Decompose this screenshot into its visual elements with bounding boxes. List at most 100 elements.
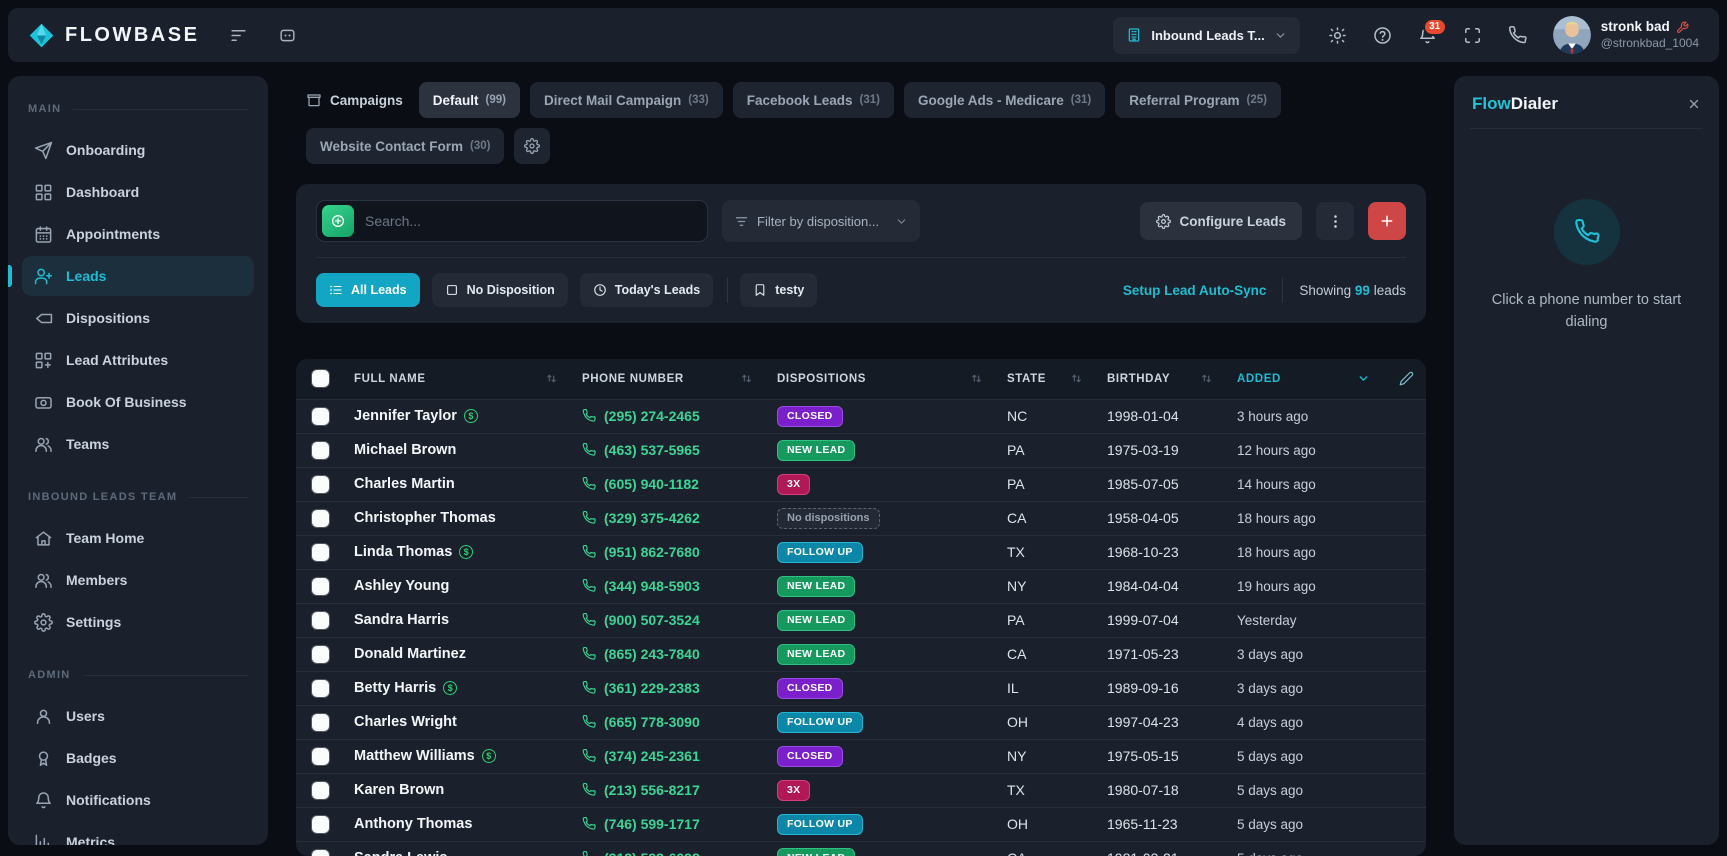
sidebar-item-lead-attributes[interactable]: Lead Attributes: [22, 340, 254, 380]
full-name-cell[interactable]: Karen Brown: [342, 773, 570, 807]
full-name-cell[interactable]: Christopher Thomas: [342, 501, 570, 535]
phone-number-cell[interactable]: (605) 940-1182: [570, 467, 765, 501]
phone-number-cell[interactable]: (900) 507-3524: [570, 603, 765, 637]
sidebar-item-dispositions[interactable]: Dispositions: [22, 298, 254, 338]
row-checkbox[interactable]: [312, 612, 329, 629]
full-name-cell[interactable]: Jennifer Taylor$: [342, 399, 570, 433]
full-name-cell[interactable]: Sandra Harris: [342, 603, 570, 637]
column-header-state[interactable]: STATE: [995, 359, 1095, 399]
row-checkbox[interactable]: [312, 850, 329, 856]
row-checkbox[interactable]: [312, 578, 329, 595]
theme-toggle-button[interactable]: [1328, 26, 1347, 45]
phone-number-cell[interactable]: (329) 375-4262: [570, 501, 765, 535]
phone-number-cell[interactable]: (951) 862-7680: [570, 535, 765, 569]
sidebar-item-users[interactable]: Users: [22, 696, 254, 736]
filter-chip-today-s-leads[interactable]: Today's Leads: [580, 273, 713, 307]
full-name-cell[interactable]: Charles Wright: [342, 705, 570, 739]
configure-leads-button[interactable]: Configure Leads: [1140, 202, 1302, 240]
row-checkbox[interactable]: [312, 408, 329, 425]
funnel-lines-icon[interactable]: [229, 26, 248, 45]
row-checkbox[interactable]: [312, 782, 329, 799]
search-input[interactable]: [354, 213, 697, 229]
more-options-button[interactable]: [1316, 202, 1354, 240]
campaign-tab-referral-program[interactable]: Referral Program(25): [1115, 82, 1281, 118]
setup-auto-sync-link[interactable]: Setup Lead Auto-Sync: [1123, 283, 1267, 298]
column-header-birthday[interactable]: BIRTHDAY: [1095, 359, 1225, 399]
full-name-cell[interactable]: Matthew Williams$: [342, 739, 570, 773]
sidebar-item-settings[interactable]: Settings: [22, 602, 254, 642]
sidebar-item-team-home[interactable]: Team Home: [22, 518, 254, 558]
user-avatar[interactable]: [1553, 16, 1591, 54]
row-checkbox[interactable]: [312, 714, 329, 731]
notifications-button[interactable]: 31: [1418, 26, 1437, 45]
sidebar-item-label: Appointments: [66, 226, 160, 242]
full-name-cell[interactable]: Ashley Young: [342, 569, 570, 603]
row-checkbox[interactable]: [312, 748, 329, 765]
sidebar-item-metrics[interactable]: Metrics: [22, 822, 254, 845]
sidebar-item-leads[interactable]: Leads: [22, 256, 254, 296]
filter-chip-testy[interactable]: testy: [740, 273, 817, 307]
campaign-tab-default[interactable]: Default(99): [419, 82, 520, 118]
phone-number-cell[interactable]: (295) 274-2465: [570, 399, 765, 433]
divider: [83, 675, 248, 676]
campaign-tab-direct-mail-campaign[interactable]: Direct Mail Campaign(33): [530, 82, 723, 118]
sidebar-item-teams[interactable]: Teams: [22, 424, 254, 464]
campaign-tab-website-contact-form[interactable]: Website Contact Form(30): [306, 128, 504, 164]
sidebar-item-book-of-business[interactable]: Book Of Business: [22, 382, 254, 422]
row-checkbox[interactable]: [312, 646, 329, 663]
full-name-cell[interactable]: Sandra Lewis: [342, 841, 570, 856]
phone-number-cell[interactable]: (665) 778-3090: [570, 705, 765, 739]
sidebar-item-members[interactable]: Members: [22, 560, 254, 600]
phone-number-cell[interactable]: (361) 229-2383: [570, 671, 765, 705]
row-checkbox[interactable]: [312, 544, 329, 561]
sidebar-item-notifications[interactable]: Notifications: [22, 780, 254, 820]
column-header-full-name[interactable]: FULL NAME: [342, 359, 570, 399]
phone-number-cell[interactable]: (344) 948-5903: [570, 569, 765, 603]
phone-number-cell[interactable]: (746) 599-1717: [570, 807, 765, 841]
phone-number-cell[interactable]: (463) 537-5965: [570, 433, 765, 467]
phone-number-cell[interactable]: (318) 593-6098: [570, 841, 765, 856]
row-checkbox[interactable]: [312, 680, 329, 697]
user-info[interactable]: stronk bad @stronkbad_1004: [1601, 19, 1699, 51]
column-header-phone-number[interactable]: PHONE NUMBER: [570, 359, 765, 399]
filter-chip-no-disposition[interactable]: No Disposition: [432, 273, 568, 307]
row-checkbox[interactable]: [312, 442, 329, 459]
sidebar-item-badges[interactable]: Badges: [22, 738, 254, 778]
edit-columns-button[interactable]: [1382, 359, 1426, 399]
campaign-tab-facebook-leads[interactable]: Facebook Leads(31): [733, 82, 894, 118]
fullscreen-button[interactable]: [1463, 26, 1482, 45]
sidebar-item-onboarding[interactable]: Onboarding: [22, 130, 254, 170]
help-button[interactable]: [1373, 26, 1392, 45]
disposition-badge: FOLLOW UP: [777, 542, 863, 563]
full-name-cell[interactable]: Donald Martinez: [342, 637, 570, 671]
phone-number-cell[interactable]: (865) 243-7840: [570, 637, 765, 671]
column-header-dispositions[interactable]: DISPOSITIONS: [765, 359, 995, 399]
row-checkbox[interactable]: [312, 476, 329, 493]
chat-bot-icon[interactable]: [278, 26, 297, 45]
disposition-filter-dropdown[interactable]: Filter by disposition...: [722, 200, 920, 242]
full-name-cell[interactable]: Linda Thomas$: [342, 535, 570, 569]
phone-number-cell[interactable]: (213) 556-8217: [570, 773, 765, 807]
full-name-cell[interactable]: Michael Brown: [342, 433, 570, 467]
row-actions-cell: [1382, 569, 1426, 603]
row-checkbox[interactable]: [312, 816, 329, 833]
row-checkbox[interactable]: [312, 510, 329, 527]
add-lead-button[interactable]: [1368, 202, 1406, 240]
filter-chip-all-leads[interactable]: All Leads: [316, 273, 420, 307]
column-header-added[interactable]: ADDED: [1225, 359, 1382, 399]
campaign-tab-google-ads-medicare[interactable]: Google Ads - Medicare(31): [904, 82, 1105, 118]
close-icon[interactable]: [1687, 97, 1701, 111]
select-all-checkbox[interactable]: [312, 370, 329, 387]
search-plus-icon[interactable]: [322, 205, 354, 237]
phone-number-cell[interactable]: (374) 245-2361: [570, 739, 765, 773]
sidebar-item-label: Book Of Business: [66, 394, 187, 410]
campaign-settings-button[interactable]: [514, 128, 550, 164]
dialer-toggle-button[interactable]: [1508, 26, 1527, 45]
fullscreen-icon: [1463, 26, 1482, 45]
sidebar-item-dashboard[interactable]: Dashboard: [22, 172, 254, 212]
full-name-cell[interactable]: Charles Martin: [342, 467, 570, 501]
sidebar-item-appointments[interactable]: Appointments: [22, 214, 254, 254]
team-selector-dropdown[interactable]: Inbound Leads T...: [1113, 17, 1299, 54]
full-name-cell[interactable]: Betty Harris$: [342, 671, 570, 705]
full-name-cell[interactable]: Anthony Thomas: [342, 807, 570, 841]
